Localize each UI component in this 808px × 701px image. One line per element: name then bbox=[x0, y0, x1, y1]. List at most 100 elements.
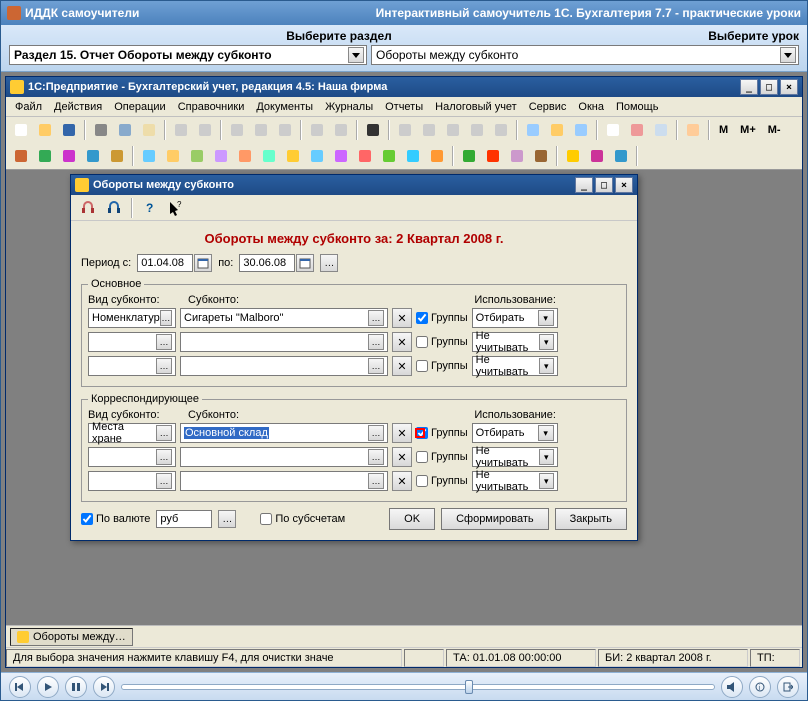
calc2-icon[interactable] bbox=[602, 119, 624, 141]
currency-ellipsis-button[interactable]: … bbox=[218, 510, 236, 528]
sub-field[interactable]: … bbox=[180, 447, 388, 467]
d1-icon[interactable] bbox=[562, 145, 584, 167]
form-button[interactable]: Сформировать bbox=[441, 508, 549, 530]
player-next-button[interactable] bbox=[93, 676, 115, 698]
close-dialog-button[interactable]: Закрыть bbox=[555, 508, 627, 530]
menu-Налоговый учет[interactable]: Налоговый учет bbox=[430, 99, 522, 115]
use-combo[interactable]: Не учитывать▾ bbox=[472, 447, 558, 467]
ellipsis-button[interactable]: … bbox=[368, 473, 384, 489]
c1-icon[interactable] bbox=[458, 145, 480, 167]
chevron-down-icon[interactable]: ▾ bbox=[538, 425, 554, 441]
ellipsis-button[interactable]: … bbox=[156, 358, 172, 374]
ellipsis-button[interactable]: … bbox=[156, 449, 172, 465]
dialog-close-button[interactable]: × bbox=[615, 177, 633, 193]
group-check[interactable]: Группы bbox=[416, 360, 468, 372]
sub-field[interactable]: … bbox=[180, 356, 388, 376]
a3-icon[interactable] bbox=[58, 145, 80, 167]
volume-button[interactable] bbox=[721, 676, 743, 698]
help-icon[interactable] bbox=[546, 119, 568, 141]
a2-icon[interactable] bbox=[34, 145, 56, 167]
y4-icon[interactable] bbox=[466, 119, 488, 141]
menu-Отчеты[interactable]: Отчеты bbox=[380, 99, 428, 115]
vid-field[interactable]: Места хране… bbox=[88, 423, 176, 443]
group-check[interactable]: Группы bbox=[416, 312, 468, 324]
dialog-minimize-button[interactable]: _ bbox=[575, 177, 593, 193]
menu-Сервис[interactable]: Сервис bbox=[524, 99, 572, 115]
ellipsis-button[interactable]: … bbox=[156, 334, 172, 350]
lesson-combo[interactable]: Обороты между субконто bbox=[371, 45, 799, 65]
rep-icon[interactable] bbox=[626, 119, 648, 141]
by-currency-check[interactable]: По валюте bbox=[81, 513, 150, 525]
group-check[interactable]: Группы bbox=[416, 427, 468, 439]
chevron-down-icon[interactable] bbox=[348, 47, 364, 63]
ellipsis-button[interactable]: … bbox=[156, 473, 172, 489]
menu-Помощь[interactable]: Помощь bbox=[611, 99, 664, 115]
b4-icon[interactable] bbox=[210, 145, 232, 167]
menu-Действия[interactable]: Действия bbox=[49, 99, 107, 115]
ellipsis-button[interactable]: … bbox=[160, 310, 172, 326]
d2-icon[interactable] bbox=[586, 145, 608, 167]
mem-М[interactable]: М bbox=[714, 119, 733, 141]
dialog-maximize-button[interactable]: □ bbox=[595, 177, 613, 193]
group-check[interactable]: Группы bbox=[416, 451, 468, 463]
b8-icon[interactable] bbox=[306, 145, 328, 167]
clear-button[interactable]: ✕ bbox=[392, 423, 412, 443]
chevron-down-icon[interactable] bbox=[780, 47, 796, 63]
currency-field[interactable]: руб bbox=[156, 510, 212, 528]
c4-icon[interactable] bbox=[530, 145, 552, 167]
calendar-icon[interactable] bbox=[194, 254, 212, 272]
maximize-button[interactable]: □ bbox=[760, 79, 778, 95]
menu-Журналы[interactable]: Журналы bbox=[320, 99, 378, 115]
mem-М+[interactable]: М+ bbox=[735, 119, 761, 141]
menu-Документы[interactable]: Документы bbox=[251, 99, 318, 115]
by-subacc-check[interactable]: По субсчетам bbox=[260, 513, 345, 525]
use-combo[interactable]: Не учитывать▾ bbox=[472, 356, 558, 376]
clear-button[interactable]: ✕ bbox=[392, 308, 412, 328]
menu-Операции[interactable]: Операции bbox=[109, 99, 170, 115]
menu-Справочники[interactable]: Справочники bbox=[173, 99, 250, 115]
ellipsis-button[interactable]: … bbox=[368, 425, 384, 441]
chevron-down-icon[interactable]: ▾ bbox=[539, 358, 554, 374]
date-from-field[interactable]: 01.04.08 bbox=[137, 254, 193, 272]
copy-icon[interactable] bbox=[114, 119, 136, 141]
b10-icon[interactable] bbox=[354, 145, 376, 167]
save-icon[interactable] bbox=[58, 119, 80, 141]
date-to-field[interactable]: 30.06.08 bbox=[239, 254, 295, 272]
vid-field[interactable]: … bbox=[88, 471, 176, 491]
player-pause-button[interactable] bbox=[65, 676, 87, 698]
chevron-down-icon[interactable]: ▾ bbox=[539, 473, 554, 489]
headset-save-icon[interactable] bbox=[103, 197, 125, 219]
use-combo[interactable]: Отбирать▾ bbox=[472, 308, 558, 328]
b13-icon[interactable] bbox=[426, 145, 448, 167]
clear-button[interactable]: ✕ bbox=[392, 332, 412, 352]
y5-icon[interactable] bbox=[490, 119, 512, 141]
b5-icon[interactable] bbox=[234, 145, 256, 167]
vid-field[interactable]: … bbox=[88, 332, 176, 352]
player-progress[interactable] bbox=[121, 684, 715, 690]
w1-icon[interactable] bbox=[570, 119, 592, 141]
group-check[interactable]: Группы bbox=[416, 475, 468, 487]
use-combo[interactable]: Не учитывать▾ bbox=[472, 332, 558, 352]
chevron-down-icon[interactable]: ▾ bbox=[538, 310, 554, 326]
ellipsis-button[interactable]: … bbox=[368, 334, 384, 350]
paste-icon[interactable] bbox=[138, 119, 160, 141]
vid-field[interactable]: Номенклатур… bbox=[88, 308, 176, 328]
exit-button[interactable] bbox=[777, 676, 799, 698]
c3-icon[interactable] bbox=[506, 145, 528, 167]
ellipsis-button[interactable]: … bbox=[368, 310, 384, 326]
vid-field[interactable]: … bbox=[88, 447, 176, 467]
task-button[interactable]: Обороты между… bbox=[10, 628, 133, 646]
clear-button[interactable]: ✕ bbox=[392, 471, 412, 491]
ok-button[interactable]: OK bbox=[389, 508, 435, 530]
chevron-down-icon[interactable]: ▾ bbox=[539, 449, 554, 465]
open-icon[interactable] bbox=[34, 119, 56, 141]
redo-icon[interactable] bbox=[330, 119, 352, 141]
find-icon[interactable] bbox=[362, 119, 384, 141]
section-combo[interactable]: Раздел 15. Отчет Обороты между субконто bbox=[9, 45, 367, 65]
clear-button[interactable]: ✕ bbox=[392, 356, 412, 376]
y2-icon[interactable] bbox=[418, 119, 440, 141]
book-icon[interactable] bbox=[682, 119, 704, 141]
sub-field[interactable]: … bbox=[180, 471, 388, 491]
clear-button[interactable]: ✕ bbox=[392, 447, 412, 467]
calc-icon[interactable] bbox=[522, 119, 544, 141]
